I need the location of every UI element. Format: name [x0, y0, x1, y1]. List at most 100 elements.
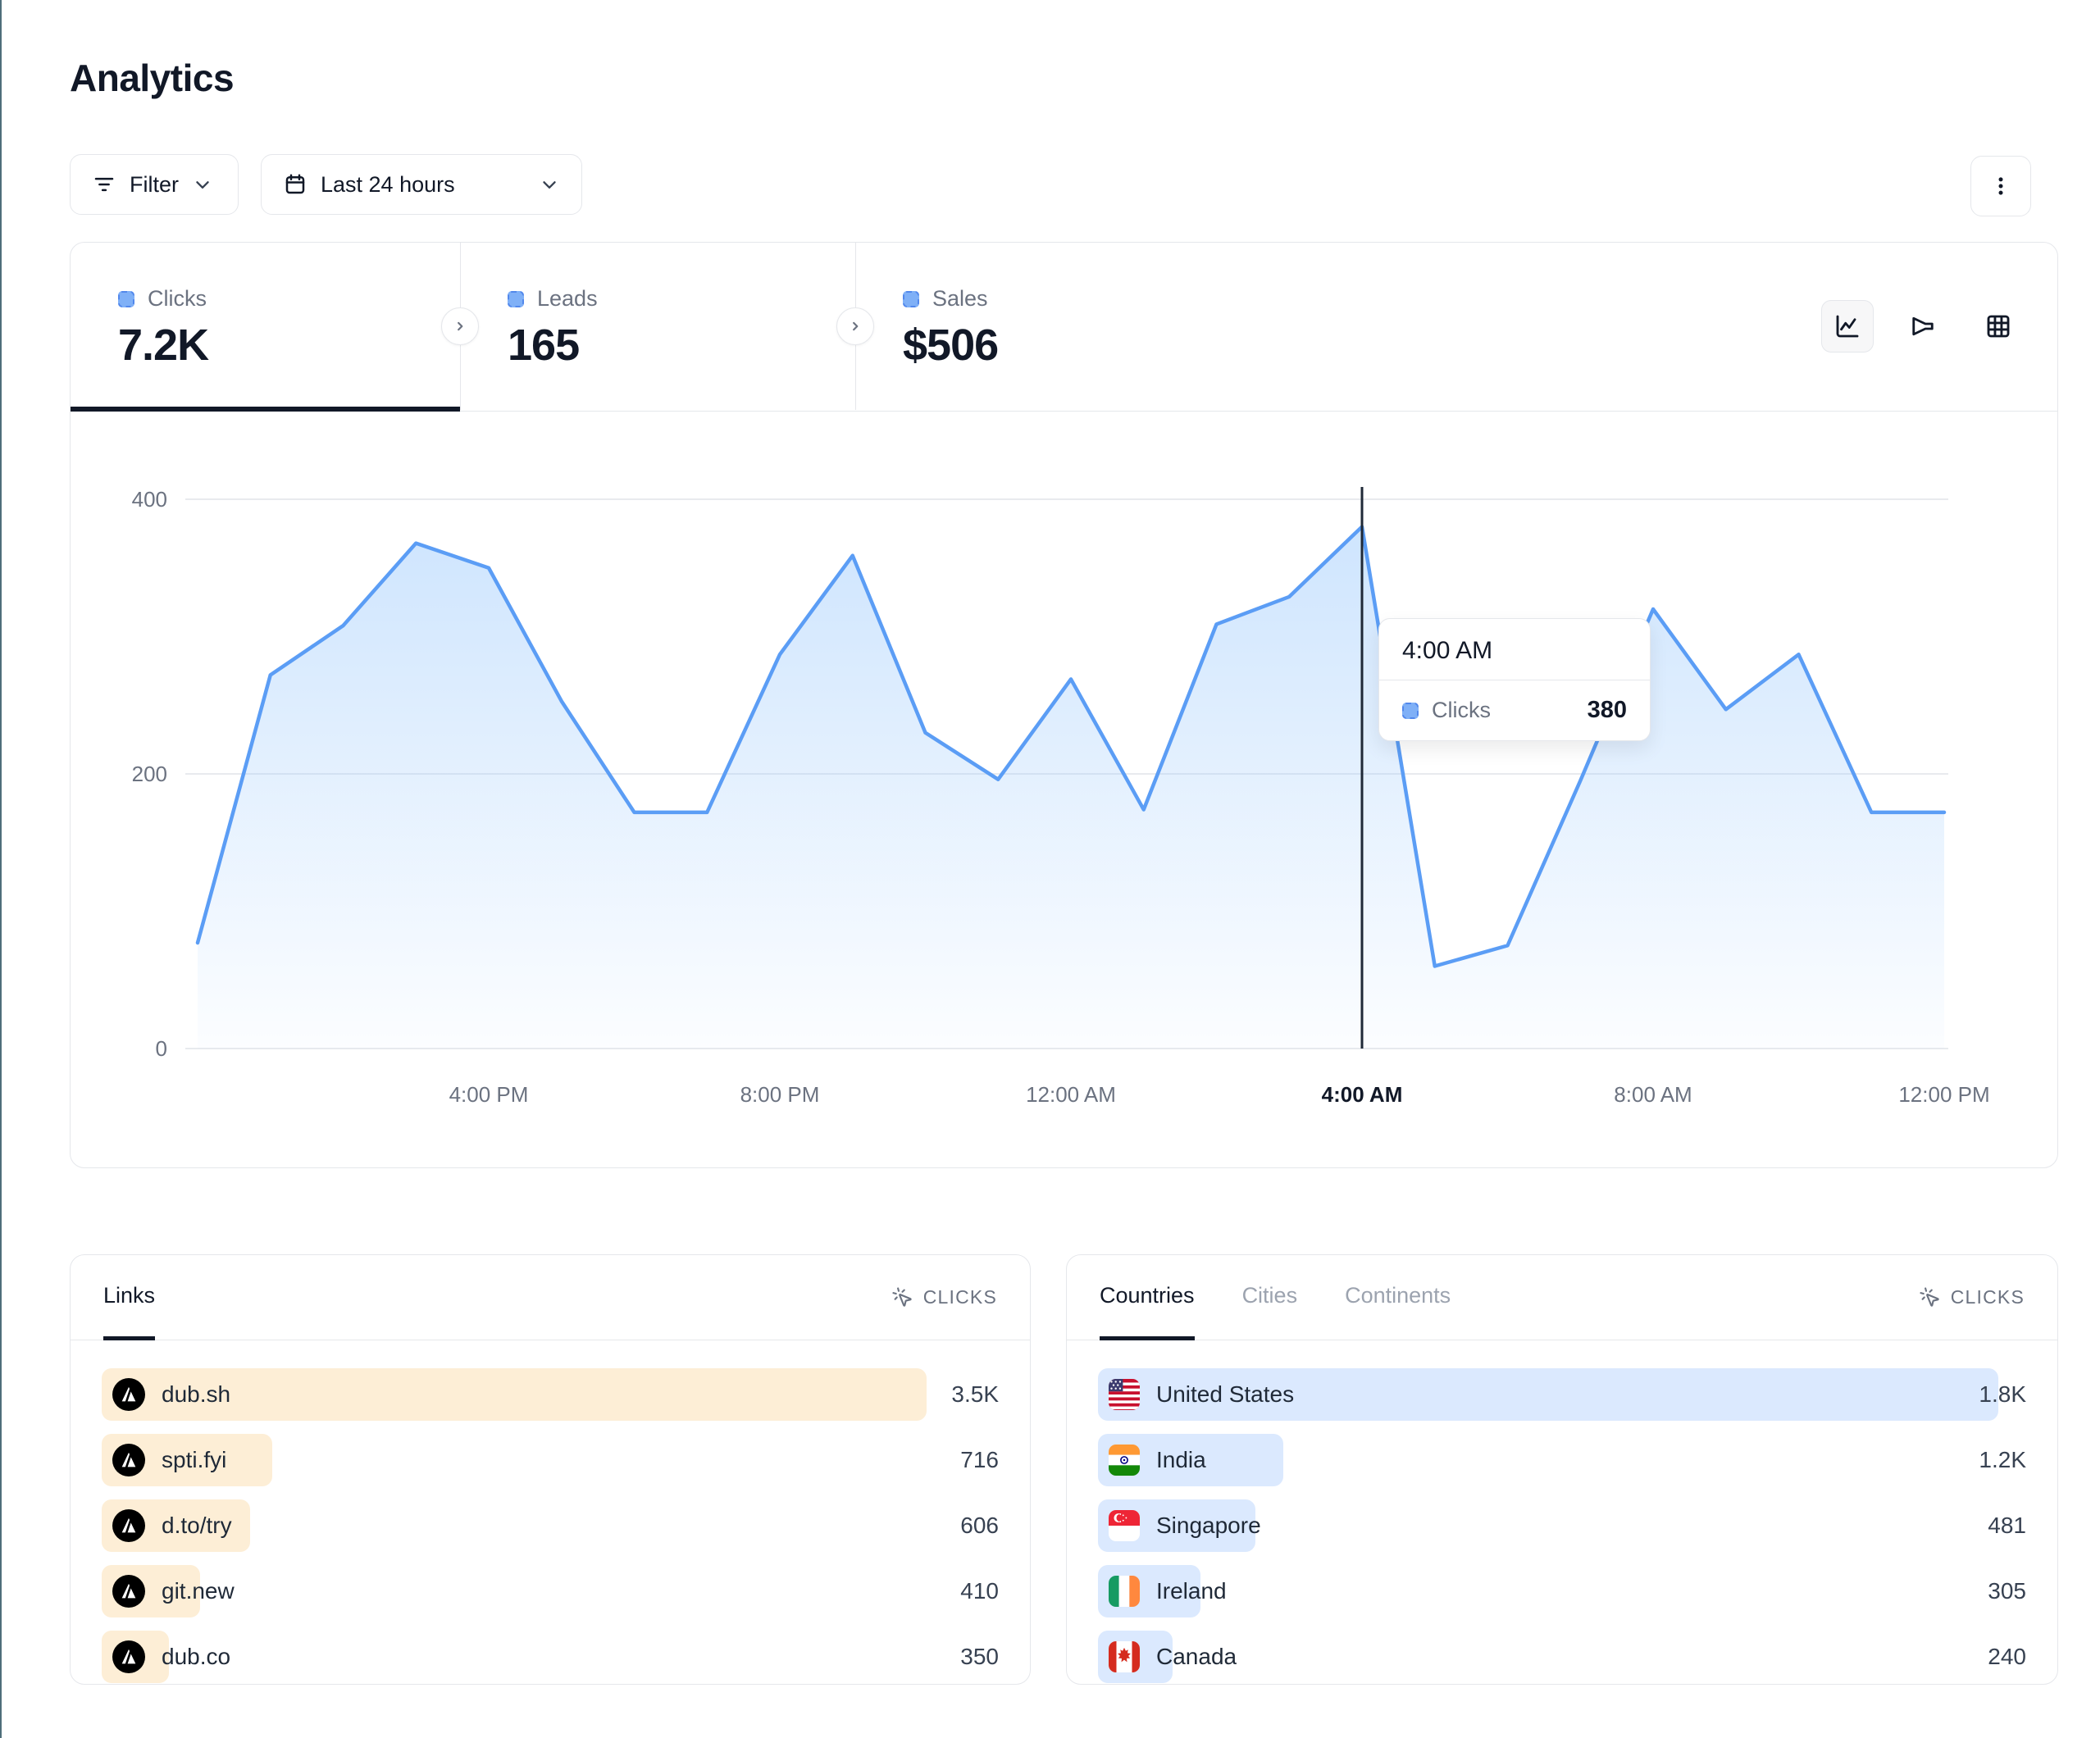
filter-icon: [92, 172, 116, 197]
clicks-legend-square: [118, 291, 134, 307]
row-content: Canada: [1098, 1641, 1237, 1672]
tab-continents[interactable]: Continents: [1345, 1256, 1451, 1340]
row-value: 240: [1988, 1644, 2026, 1670]
row-label: spti.fyi: [162, 1447, 226, 1473]
area-chart-canvas: 02004004:00 PM8:00 PM12:00 AM4:00 AM8:00…: [71, 412, 2059, 1170]
expand-leads-button[interactable]: [836, 307, 874, 345]
cursor-click-icon: [891, 1286, 913, 1308]
tooltip-value: 380: [1588, 697, 1627, 724]
link-row[interactable]: d.to/try606: [102, 1499, 999, 1552]
countries-panel-header: Countries Cities Continents CLICKS: [1067, 1255, 2057, 1340]
date-range-label: Last 24 hours: [321, 172, 455, 198]
countries-metric-selector[interactable]: CLICKS: [1919, 1286, 2025, 1308]
row-value: 350: [960, 1644, 999, 1670]
links-metric-selector[interactable]: CLICKS: [891, 1286, 997, 1308]
x-axis-tick-label: 8:00 AM: [1614, 1082, 1692, 1107]
tooltip-legend-square: [1402, 703, 1419, 719]
link-row[interactable]: git.new 410: [102, 1565, 999, 1617]
chart-view-toggles: [1821, 300, 2025, 353]
links-metric-label: CLICKS: [923, 1286, 997, 1308]
y-axis-tick-label: 200: [132, 762, 167, 786]
link-row[interactable]: dub.sh3.5K: [102, 1368, 999, 1421]
x-axis-tick-label: 12:00 PM: [1898, 1082, 1989, 1107]
clicks-timeseries-chart[interactable]: 02004004:00 PM8:00 PM12:00 AM4:00 AM8:00…: [71, 412, 2059, 1170]
funnel-chart-toggle-button[interactable]: [1897, 300, 1949, 353]
cursor-click-icon: [1919, 1286, 1941, 1308]
country-row[interactable]: Canada 240: [1098, 1631, 2026, 1683]
row-content: Singapore: [1098, 1510, 1261, 1541]
tab-leads[interactable]: Leads 165: [460, 243, 855, 411]
row-label: dub.co: [162, 1644, 230, 1670]
sales-legend-square: [903, 291, 919, 307]
calendar-icon: [283, 172, 307, 197]
row-content: dub.sh: [102, 1378, 230, 1411]
row-value: 410: [960, 1578, 999, 1604]
x-axis-tick-label: 4:00 PM: [449, 1082, 529, 1107]
row-label: git.new: [162, 1578, 235, 1604]
stat-value: 165: [508, 323, 808, 367]
y-axis-tick-label: 400: [132, 487, 167, 512]
tab-cities[interactable]: Cities: [1242, 1256, 1298, 1340]
tooltip-time: 4:00 AM: [1379, 619, 1650, 680]
analytics-page: Analytics Filter Last 24 hours Clicks 7.…: [0, 0, 2100, 1738]
row-value: 716: [960, 1447, 999, 1473]
countries-rows: United States 1.8K India 1.2K Singapore 481 Ir…: [1067, 1340, 2057, 1683]
tab-sales[interactable]: Sales $506: [855, 243, 1045, 411]
row-label: United States: [1156, 1381, 1294, 1408]
tab-clicks[interactable]: Clicks 7.2K: [71, 243, 460, 411]
leads-legend-square: [508, 291, 524, 307]
us-flag-icon: [1109, 1379, 1140, 1410]
line-chart-toggle-button[interactable]: [1821, 300, 1874, 353]
x-axis-tick-label: 4:00 AM: [1322, 1082, 1403, 1107]
chevron-right-icon: [451, 317, 469, 335]
analytics-card: Clicks 7.2K Leads 165 Sales $506: [70, 242, 2058, 1168]
links-panel-header: Links CLICKS: [71, 1255, 1030, 1340]
table-view-toggle-button[interactable]: [1972, 300, 2025, 353]
line-chart-icon: [1833, 312, 1862, 341]
links-panel: Links CLICKS dub.sh3.5K spti.fyi 716 d.to/t…: [70, 1254, 1031, 1685]
country-row[interactable]: United States 1.8K: [1098, 1368, 2026, 1421]
country-row[interactable]: India 1.2K: [1098, 1434, 2026, 1486]
row-label: Ireland: [1156, 1578, 1227, 1604]
link-row[interactable]: dub.co 350: [102, 1631, 999, 1683]
funnel-chart-icon: [1908, 312, 1938, 341]
row-value: 1.2K: [1979, 1447, 2026, 1473]
filter-button[interactable]: Filter: [70, 154, 239, 215]
date-range-button[interactable]: Last 24 hours: [261, 154, 582, 215]
stat-label: Sales: [932, 286, 988, 312]
row-value: 1.8K: [1979, 1381, 2026, 1408]
country-row[interactable]: Ireland 305: [1098, 1565, 2026, 1617]
row-value: 481: [1988, 1513, 2026, 1539]
row-label: Canada: [1156, 1644, 1237, 1670]
expand-clicks-button[interactable]: [441, 307, 479, 345]
dub-favicon: [112, 1575, 145, 1608]
row-label: d.to/try: [162, 1513, 232, 1539]
row-value: 305: [1988, 1578, 2026, 1604]
row-content: dub.co: [102, 1640, 230, 1673]
page-edge-strip: [0, 0, 2, 1738]
chart-tooltip: 4:00 AM Clicks 380: [1378, 618, 1651, 741]
ca-flag-icon: [1109, 1641, 1140, 1672]
x-axis-tick-label: 8:00 PM: [740, 1082, 820, 1107]
country-row[interactable]: Singapore 481: [1098, 1499, 2026, 1552]
sg-flag-icon: [1109, 1510, 1140, 1541]
table-grid-icon: [1984, 312, 2013, 341]
stat-value: $506: [903, 323, 998, 367]
in-flag-icon: [1109, 1445, 1140, 1476]
stat-label: Leads: [537, 286, 598, 312]
chevron-down-icon: [192, 174, 213, 195]
row-label: India: [1156, 1447, 1206, 1473]
tab-links[interactable]: Links: [103, 1256, 155, 1340]
dub-favicon: [112, 1509, 145, 1542]
link-row[interactable]: spti.fyi 716: [102, 1434, 999, 1486]
chevron-down-icon: [539, 174, 560, 195]
chevron-right-icon: [846, 317, 864, 335]
tab-countries[interactable]: Countries: [1100, 1256, 1195, 1340]
dub-favicon: [112, 1640, 145, 1673]
more-options-button[interactable]: [1970, 156, 2031, 216]
x-axis-tick-label: 12:00 AM: [1026, 1082, 1116, 1107]
row-content: India: [1098, 1445, 1206, 1476]
clicks-area-fill: [198, 527, 1944, 1049]
row-label: Singapore: [1156, 1513, 1261, 1539]
countries-panel: Countries Cities Continents CLICKS Unite…: [1066, 1254, 2058, 1685]
